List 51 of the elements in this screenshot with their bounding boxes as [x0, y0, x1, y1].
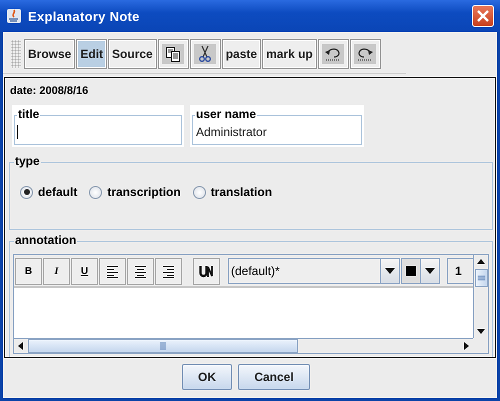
bold-button[interactable]: B — [15, 258, 42, 284]
radio-option[interactable]: default — [20, 185, 78, 199]
copy-icon — [165, 46, 182, 62]
unicode-icon — [199, 264, 214, 278]
align-left-icon — [106, 264, 119, 278]
radio-button[interactable] — [20, 186, 33, 198]
toolbar-grip[interactable] — [11, 40, 21, 68]
toolbar-button[interactable]: Edit — [76, 39, 108, 69]
group-label: annotation — [14, 233, 78, 247]
radio-button[interactable] — [89, 186, 102, 198]
undo-button[interactable] — [318, 39, 349, 69]
field-label: title — [17, 107, 40, 121]
window-title: Explanatory Note — [28, 8, 141, 24]
align-right-icon — [162, 264, 175, 278]
underline-button[interactable]: U — [71, 258, 98, 284]
grip-icon[interactable] — [476, 275, 486, 281]
toolbar-button[interactable]: mark up — [262, 39, 317, 69]
close-icon — [477, 10, 489, 22]
align-right-button[interactable] — [155, 258, 182, 284]
color-dropdown[interactable] — [401, 258, 440, 284]
horizontal-scrollbar[interactable] — [14, 338, 473, 353]
date-label: date: 2008/8/16 — [10, 85, 90, 97]
toolbar-button[interactable]: Source — [108, 39, 157, 69]
toolbar-button[interactable]: Browse — [24, 39, 76, 69]
dropdown-icon — [385, 268, 395, 274]
dialog-button[interactable]: OK — [182, 364, 232, 390]
toolbar-button[interactable]: paste — [222, 39, 262, 69]
close-button[interactable] — [472, 5, 494, 27]
dialog-button[interactable]: Cancel — [238, 364, 310, 390]
copy-button[interactable] — [158, 39, 189, 69]
italic-button[interactable]: I — [43, 258, 70, 284]
radio-option[interactable]: translation — [192, 185, 272, 199]
vertical-scrollbar[interactable] — [473, 255, 488, 338]
grip-icon[interactable] — [160, 341, 166, 351]
redo-button[interactable] — [350, 39, 381, 69]
radio-option[interactable]: transcription — [89, 185, 181, 199]
text-field[interactable]: title — [12, 105, 184, 147]
font-dropdown[interactable]: (default)* — [228, 258, 400, 284]
text-field[interactable]: user name Administrator — [190, 105, 364, 147]
group-label: type — [14, 154, 41, 168]
align-center-button[interactable] — [127, 258, 154, 284]
cut-button[interactable] — [190, 39, 221, 69]
unicode-button[interactable] — [193, 258, 220, 284]
dropdown-icon — [425, 268, 435, 274]
app-icon — [6, 8, 22, 24]
redo-icon — [356, 47, 374, 61]
align-left-button[interactable] — [99, 258, 126, 284]
scissors-icon — [199, 45, 212, 63]
radio-button[interactable] — [192, 186, 206, 198]
undo-icon — [324, 47, 342, 61]
align-center-icon — [134, 264, 147, 278]
